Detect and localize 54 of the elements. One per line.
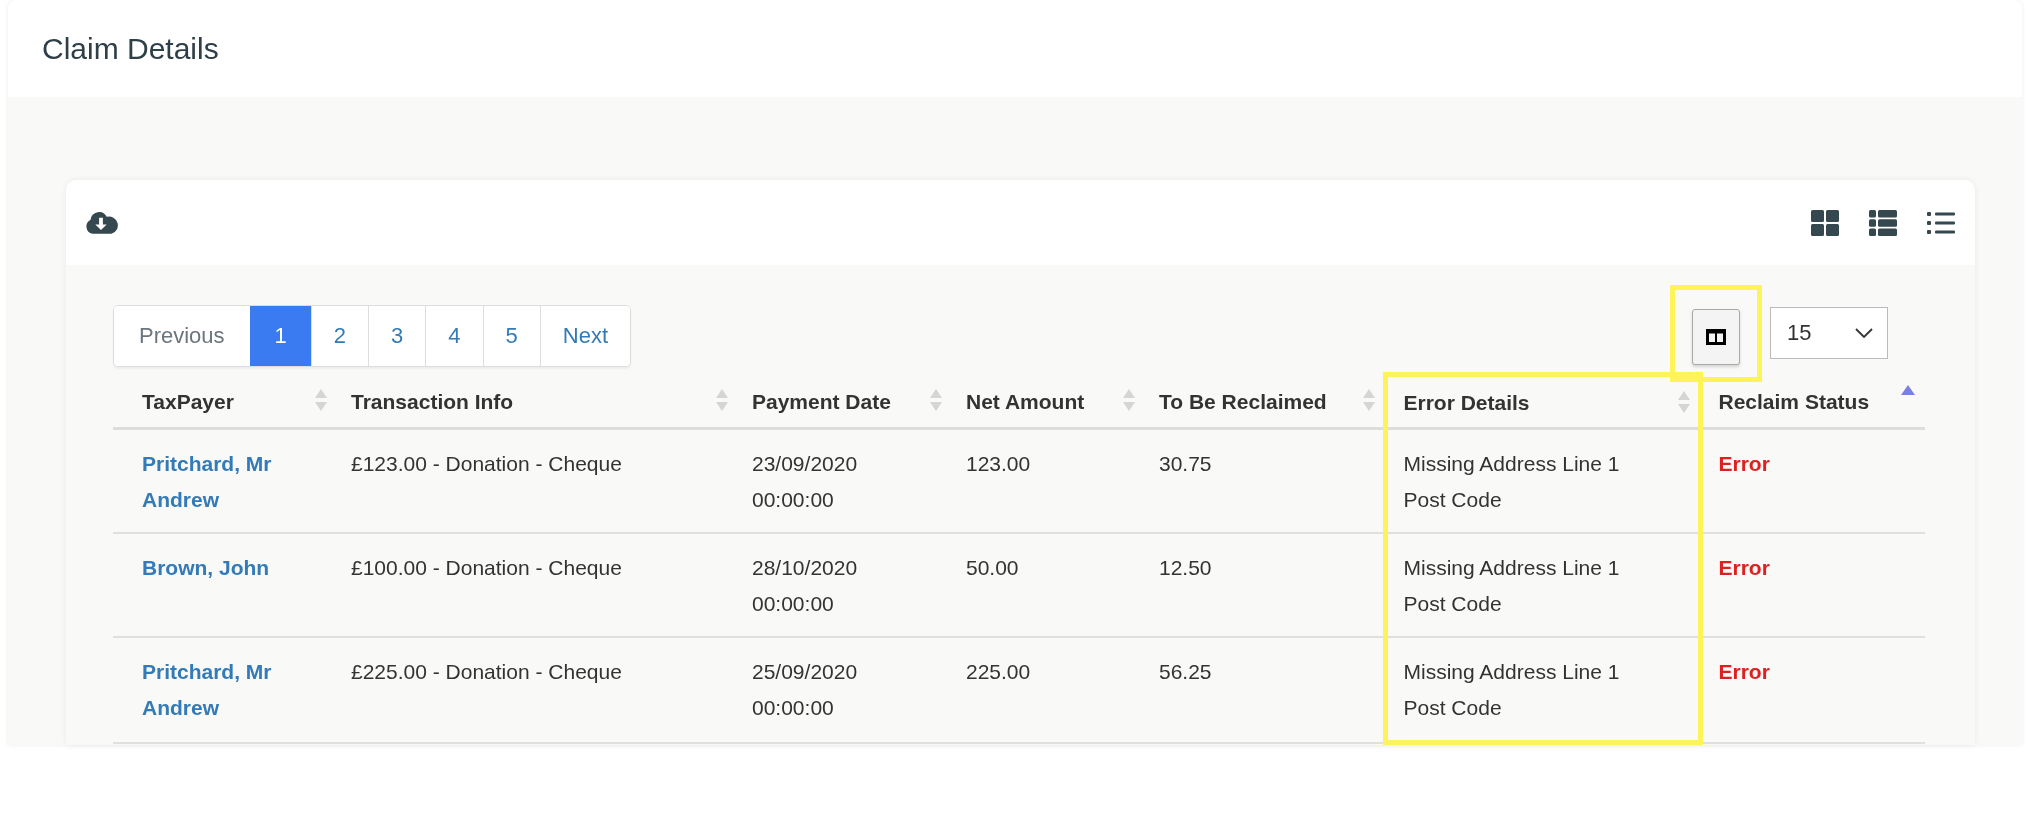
- error-detail-text: Missing Address Line 1: [1403, 451, 1621, 477]
- status-cell: Error: [1700, 533, 1925, 637]
- page-number-button[interactable]: 1: [249, 306, 311, 366]
- table-cell: £225.00 - Donation - Cheque: [335, 637, 736, 743]
- column-header[interactable]: Net Amount: [950, 374, 1143, 429]
- error-detail-text: Missing Address Line 1: [1403, 555, 1621, 581]
- next-page-button[interactable]: Next: [539, 306, 631, 366]
- bullet-list-icon[interactable]: [1927, 210, 1955, 235]
- table-cell: 30.75: [1143, 428, 1385, 533]
- grid-view-icon[interactable]: [1811, 209, 1839, 236]
- page-number-button[interactable]: 2: [310, 306, 369, 366]
- table-cell: 50.00: [950, 533, 1143, 637]
- sort-ascending-icon: [1901, 384, 1915, 395]
- table-cell: 12.50: [1143, 533, 1385, 637]
- page-size-select[interactable]: 15: [1770, 307, 1888, 359]
- sort-icon: [716, 388, 728, 411]
- previous-page-button[interactable]: Previous: [114, 306, 250, 366]
- taxpayer-link[interactable]: Brown, John: [142, 550, 319, 586]
- column-header[interactable]: TaxPayer: [113, 374, 335, 429]
- table-cell: 56.25: [1143, 637, 1385, 743]
- table-cell: 123.00: [950, 428, 1143, 533]
- column-header[interactable]: To Be Reclaimed: [1143, 374, 1385, 429]
- columns-toggle-button[interactable]: [1692, 309, 1740, 365]
- status-cell: Error: [1700, 428, 1925, 533]
- error-detail-text: Post Code: [1403, 695, 1503, 721]
- table-cell: 23/09/2020 00:00:00: [736, 428, 950, 533]
- column-header[interactable]: Payment Date: [736, 374, 950, 429]
- columns-icon: [1706, 329, 1726, 345]
- page-number-button[interactable]: 4: [425, 306, 483, 366]
- column-header[interactable]: Error Details: [1385, 374, 1700, 429]
- sort-icon: [930, 388, 942, 411]
- sort-icon: [315, 388, 327, 411]
- page-title: Claim Details: [42, 31, 219, 66]
- sort-icon: [1362, 388, 1375, 411]
- column-header[interactable]: Transaction Info: [335, 374, 736, 429]
- table-cell: £123.00 - Donation - Cheque: [335, 428, 736, 533]
- table-cell: 25/09/2020 00:00:00: [736, 637, 950, 743]
- page-number-button[interactable]: 3: [368, 306, 426, 366]
- table-cell: 225.00: [950, 637, 1143, 743]
- error-detail-text: Missing Address Line 1: [1403, 659, 1621, 685]
- page-number-button[interactable]: 5: [482, 306, 540, 366]
- column-header[interactable]: Reclaim Status: [1700, 374, 1925, 429]
- table-cell: £100.00 - Donation - Cheque: [335, 533, 736, 637]
- taxpayer-link[interactable]: Pritchard, Mr Andrew: [142, 654, 319, 726]
- table-cell: 28/10/2020 00:00:00: [736, 533, 950, 637]
- taxpayer-link[interactable]: Pritchard, Mr Andrew: [142, 446, 319, 518]
- sort-icon: [1677, 391, 1690, 413]
- status-cell: Error: [1700, 637, 1925, 743]
- cloud-download-icon[interactable]: [84, 211, 118, 234]
- list-view-icon[interactable]: [1869, 209, 1897, 236]
- error-detail-text: Post Code: [1403, 591, 1503, 617]
- error-detail-text: Post Code: [1403, 487, 1503, 513]
- chevron-down-icon: [1855, 328, 1873, 338]
- sort-icon: [1123, 388, 1135, 411]
